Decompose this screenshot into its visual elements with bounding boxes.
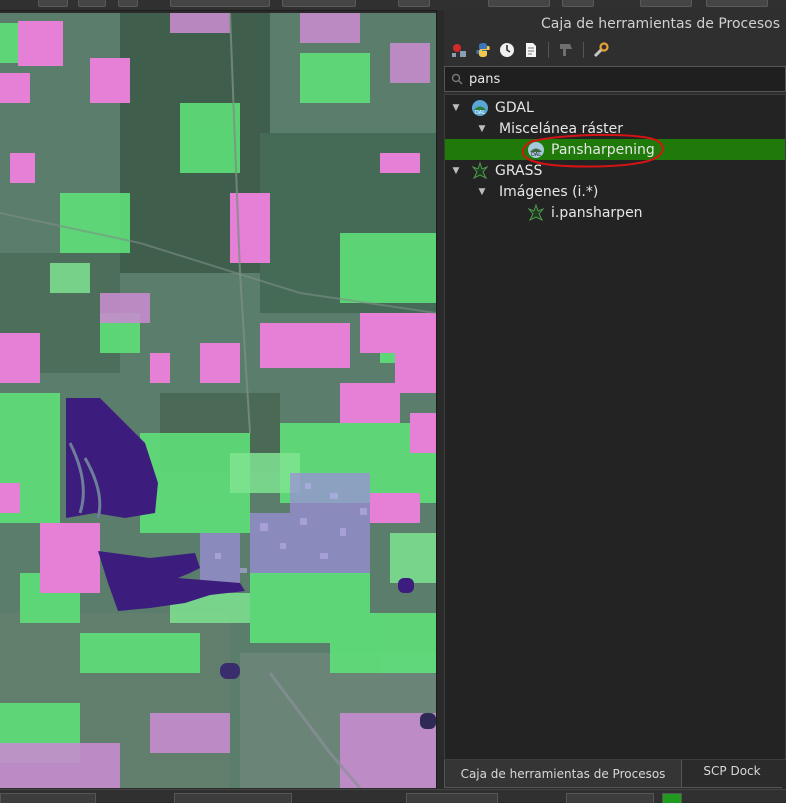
toolbar-button[interactable] bbox=[488, 0, 550, 7]
history-icon[interactable] bbox=[498, 41, 516, 59]
tree-node-misc-raster[interactable]: ▼ Miscelánea ráster bbox=[445, 118, 785, 139]
toolbar-button[interactable] bbox=[78, 0, 106, 7]
models-icon[interactable] bbox=[450, 41, 468, 59]
results-icon[interactable] bbox=[522, 41, 540, 59]
toolbar-separator bbox=[583, 42, 584, 58]
expanded-arrow-icon[interactable]: ▼ bbox=[477, 187, 487, 197]
edit-in-place-icon[interactable] bbox=[557, 41, 575, 59]
python-icon[interactable] bbox=[474, 41, 492, 59]
toolbar-button[interactable] bbox=[562, 0, 594, 7]
tree-node-label: Miscelánea ráster bbox=[499, 120, 624, 137]
toolbar-button[interactable] bbox=[398, 0, 430, 7]
status-indicator[interactable] bbox=[662, 793, 682, 803]
panel-title: Caja de herramientas de Procesos bbox=[540, 16, 780, 32]
tree-node-grass[interactable]: ▼ GRASS bbox=[445, 160, 785, 181]
toolbar-button[interactable] bbox=[38, 0, 68, 7]
toolbar-field[interactable] bbox=[282, 0, 356, 7]
gdal-icon: DAL bbox=[527, 141, 545, 159]
tab-scp-dock[interactable]: SCP Dock bbox=[682, 760, 782, 788]
search-icon bbox=[445, 73, 469, 85]
tree-node-i-pansharpen[interactable]: i.pansharpen bbox=[445, 202, 785, 223]
satellite-raster-image bbox=[0, 13, 436, 788]
tree-node-gdal[interactable]: ▼ DAL GDAL bbox=[445, 97, 785, 118]
gdal-icon: DAL bbox=[471, 99, 489, 117]
toolbar-separator bbox=[548, 42, 549, 58]
toolbar-button[interactable] bbox=[118, 0, 138, 7]
svg-text:DAL: DAL bbox=[475, 110, 485, 116]
tree-node-label: GRASS bbox=[495, 162, 543, 179]
expanded-arrow-icon[interactable]: ▼ bbox=[451, 166, 461, 176]
status-bar bbox=[0, 789, 786, 803]
grass-icon bbox=[471, 161, 489, 180]
dock-tab-bar: Caja de herramientas de Procesos SCP Doc… bbox=[444, 760, 786, 788]
toolbar-button[interactable] bbox=[640, 0, 692, 7]
toolbar-button[interactable] bbox=[706, 0, 768, 7]
map-canvas[interactable] bbox=[0, 13, 436, 788]
tree-node-label: i.pansharpen bbox=[551, 204, 643, 221]
search-input[interactable] bbox=[469, 71, 769, 87]
status-field[interactable] bbox=[566, 793, 654, 803]
expanded-arrow-icon[interactable]: ▼ bbox=[477, 124, 487, 134]
algorithm-tree: ▼ DAL GDAL ▼ Miscelánea ráster DAL Pansh… bbox=[444, 94, 786, 760]
grass-icon bbox=[527, 203, 545, 222]
status-field[interactable] bbox=[174, 793, 292, 803]
toolbox-toolbar bbox=[450, 40, 610, 60]
svg-text:DAL: DAL bbox=[531, 152, 541, 158]
expanded-arrow-icon[interactable]: ▼ bbox=[451, 103, 461, 113]
processing-toolbox-panel: Caja de herramientas de Procesos pans ▼ … bbox=[444, 10, 786, 760]
tree-node-label: Pansharpening bbox=[551, 141, 655, 158]
options-icon[interactable] bbox=[592, 41, 610, 59]
tree-node-label: GDAL bbox=[495, 99, 534, 116]
tree-node-imagery[interactable]: ▼ Imágenes (i.*) bbox=[445, 181, 785, 202]
status-field[interactable] bbox=[0, 793, 96, 803]
tab-processing-toolbox[interactable]: Caja de herramientas de Procesos bbox=[444, 760, 682, 788]
tree-node-label: Imágenes (i.*) bbox=[499, 183, 599, 200]
toolbar-field[interactable] bbox=[170, 0, 270, 7]
tree-node-pansharpening[interactable]: DAL Pansharpening bbox=[445, 139, 785, 160]
status-field[interactable] bbox=[406, 793, 498, 803]
search-bar[interactable] bbox=[444, 66, 786, 92]
